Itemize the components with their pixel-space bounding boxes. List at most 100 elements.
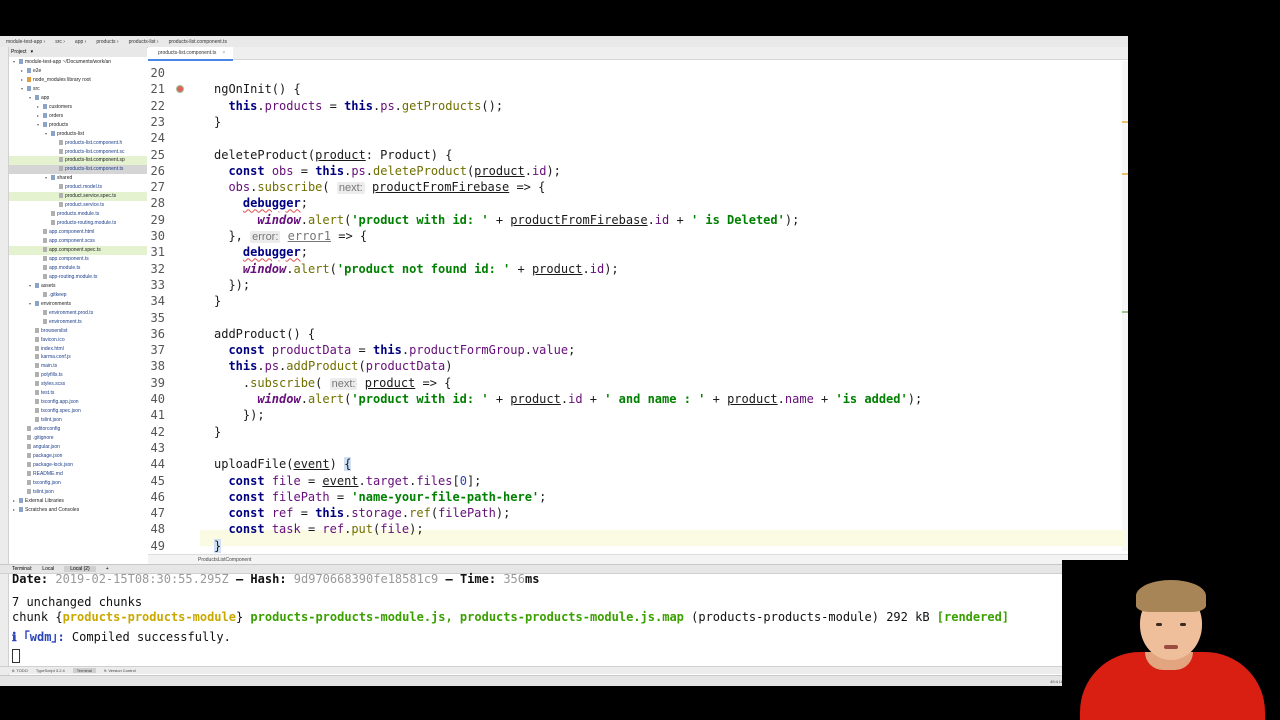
close-icon[interactable]: × [222,50,225,56]
tree-item[interactable]: product.service.ts [9,201,147,210]
code-line[interactable]: const file = event.target.files[0]; [214,473,481,489]
tree-item[interactable]: tsconfig.app.json [9,398,147,407]
tree-item[interactable]: products.module.ts [9,210,147,219]
tree-item[interactable]: .gitkeep [9,291,147,300]
tree-item[interactable]: app.component.scss [9,237,147,246]
tree-item[interactable]: styles.scss [9,380,147,389]
tree-item[interactable]: product.service.spec.ts [9,192,147,202]
implements-icon[interactable] [176,85,184,93]
tree-item[interactable]: products-routing.module.ts [9,219,147,228]
tree-item[interactable]: package.json [9,452,147,461]
code-line[interactable]: const ref = this.storage.ref(filePath); [214,505,510,521]
tree-item[interactable]: .gitignore [9,434,147,443]
tree-item[interactable]: ▾ assets [9,282,147,291]
breadcrumb-item[interactable]: products-list.component.ts [163,39,231,45]
tree-item[interactable]: ▸ Scratches and Consoles [9,506,147,515]
code-line[interactable]: } [214,424,221,440]
tree-item[interactable]: tsconfig.spec.json [9,407,147,416]
code-line[interactable]: window.alert('product not found id: ' + … [214,261,619,277]
tab-products-list-component[interactable]: products-list.component.ts × [148,47,234,61]
tree-item[interactable]: products-list.component.sp [9,156,147,166]
file-icon [27,435,31,441]
code-line[interactable]: const productData = this.productFormGrou… [214,342,575,358]
tree-item[interactable]: ▸ e2e [9,67,147,76]
tree-item[interactable]: ▸ orders [9,112,147,121]
chevron-down-icon[interactable]: ▾ [31,49,34,55]
tree-item[interactable]: ▸ External Libraries [9,497,147,506]
code-line[interactable]: debugger; [214,244,308,260]
code-line[interactable]: }); [214,407,265,423]
editor-breadcrumb[interactable]: ProductsListComponent [148,554,1128,564]
breadcrumb-item[interactable]: products › [90,39,122,45]
editor-scrollbar[interactable] [1122,61,1128,551]
tree-item[interactable]: tslint.json [9,488,147,497]
tree-item[interactable]: ▾ products-list [9,130,147,139]
terminal-tool-tab[interactable]: Terminal [72,668,96,673]
tree-item[interactable]: angular.json [9,443,147,452]
tree-item[interactable]: tsconfig.json [9,479,147,488]
code-line[interactable]: .subscribe( next: product => { [214,375,451,392]
tree-item-label: app.component.ts [49,255,89,262]
ide-window: module-test-app › src › app › products › pro… [0,36,1128,686]
code-line[interactable]: deleteProduct(product: Product) { [214,147,452,163]
tree-item[interactable]: app.module.ts [9,264,147,273]
tree-item[interactable]: environment.prod.ts [9,309,147,318]
code-line[interactable]: window.alert('product with id: ' + produ… [214,391,922,407]
tree-item[interactable]: ▸ node_modules library root [9,76,147,85]
tree-item[interactable]: index.html [9,345,147,354]
code-line[interactable]: addProduct() { [214,326,315,342]
code-line[interactable]: uploadFile(event) { [214,456,352,472]
warning-marker[interactable] [1122,173,1128,175]
tree-item[interactable]: app.component.html [9,228,147,237]
tree-item[interactable]: app-routing.module.ts [9,273,147,282]
code-line[interactable]: ngOnInit() { [214,81,301,97]
tree-item[interactable]: package-lock.json [9,461,147,470]
todo-tab[interactable]: 6: TODO [12,668,28,673]
tree-item[interactable]: ▾ products [9,121,147,130]
tree-item[interactable]: ▾ app [9,94,147,103]
code-line[interactable]: } [214,538,222,554]
code-line[interactable]: window.alert('product with id: ' + produ… [214,212,799,228]
version-control-tab[interactable]: 9: Version Control [104,668,136,673]
code-line[interactable]: this.ps.addProduct(productData) [214,358,452,374]
code-line[interactable]: }, error: error1 => { [214,228,367,245]
typescript-tab[interactable]: TypeScript 3.2.4 [36,668,65,673]
tree-item[interactable]: main.ts [9,362,147,371]
code-line[interactable]: }); [214,277,250,293]
tree-item[interactable]: test.ts [9,389,147,398]
code-line[interactable]: const filePath = 'name-your-file-path-he… [214,489,546,505]
code-line[interactable]: } [214,293,221,309]
tree-item[interactable]: README.md [9,470,147,479]
breadcrumb-item[interactable]: module-test-app › [0,39,49,45]
tree-item[interactable]: ▸ customers [9,103,147,112]
tree-item[interactable]: karma.conf.js [9,353,147,362]
tree-item[interactable]: .editorconfig [9,425,147,434]
code-line[interactable]: obs.subscribe( next: productFromFirebase… [214,179,545,196]
tree-item[interactable]: products-list.component.sc [9,148,147,157]
tree-item[interactable]: products-list.component.h [9,139,147,148]
code-line[interactable]: debugger; [214,195,308,211]
code-line[interactable]: const task = ref.put(file); [214,521,423,537]
breadcrumb-item[interactable]: products-list › [123,39,163,45]
warning-marker[interactable] [1122,121,1128,123]
tree-item[interactable]: polyfills.ts [9,371,147,380]
change-marker[interactable] [1122,311,1128,313]
tree-item[interactable]: tslint.json [9,416,147,425]
tree-item[interactable]: ▾ module-test-app ~/Documents/work/an [9,58,147,67]
tree-item[interactable]: app.component.ts [9,255,147,264]
code-line[interactable]: const obs = this.ps.deleteProduct(produc… [214,163,560,179]
tree-item[interactable]: favicon.ico [9,336,147,345]
code-line[interactable]: } [214,114,221,130]
code-line[interactable]: this.products = this.ps.getProducts(); [214,98,503,114]
tree-item[interactable]: ▾ src [9,85,147,94]
tree-item[interactable]: product.model.ts [9,183,147,192]
tree-item[interactable]: browserslist [9,327,147,336]
breadcrumb-item[interactable]: src › [49,39,69,45]
breadcrumb-item[interactable]: app › [69,39,90,45]
tree-item[interactable]: ▾ environments [9,300,147,309]
tree-item[interactable]: ▾ shared [9,174,147,183]
project-panel-title[interactable]: Project [11,49,27,55]
tree-item[interactable]: app.component.spec.ts [9,246,147,255]
tree-item[interactable]: environment.ts [9,318,147,327]
tree-item[interactable]: products-list.component.ts [9,165,147,175]
